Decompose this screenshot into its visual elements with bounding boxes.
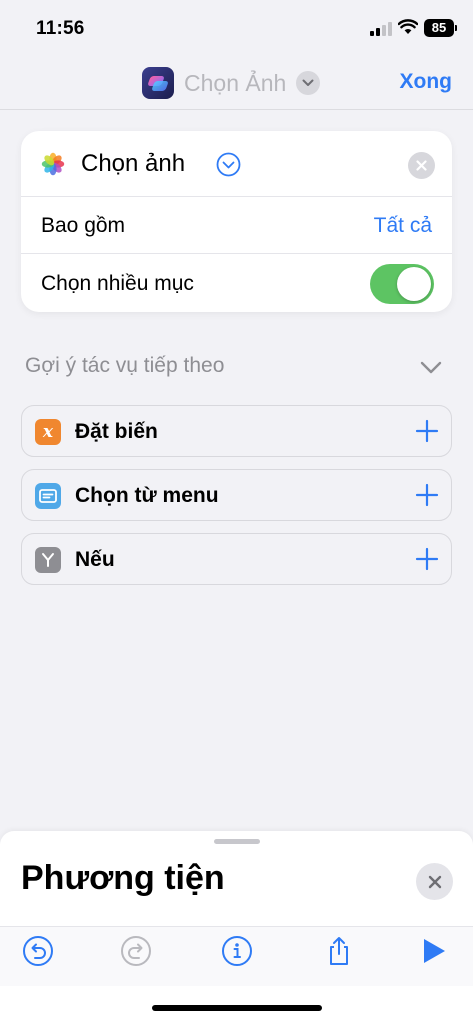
menu-icon [35,483,61,509]
action-header: Chọn ảnh [21,131,452,197]
action-title: Chọn ảnh [81,150,186,177]
chevron-down-icon[interactable] [419,356,443,378]
add-icon[interactable] [415,483,439,507]
status-bar: 11:56 85 [0,0,473,56]
toggle-knob [397,267,431,301]
cellular-signal-icon [370,22,392,36]
undo-icon[interactable] [22,935,54,967]
nav-bar: Chọn Ảnh Xong [0,56,473,110]
sheet-grabber[interactable] [214,839,260,844]
include-value[interactable]: Tất cả [374,214,432,238]
sheet-title: Phương tiện [21,859,225,897]
suggestion-set-variable[interactable]: x Đặt biến [21,405,452,457]
done-button[interactable]: Xong [400,70,453,94]
variable-icon: x [35,419,61,445]
info-icon[interactable] [221,935,253,967]
if-icon [35,547,61,573]
shortcut-title: Chọn Ảnh [184,69,287,96]
close-sheet-button[interactable] [416,863,453,900]
include-label: Bao gồm [41,214,126,237]
shortcut-title-menu[interactable]: Chọn Ảnh [142,67,321,99]
select-multiple-toggle[interactable] [370,264,434,304]
add-icon[interactable] [415,419,439,443]
editor-toolbar [0,926,473,986]
suggestions-header[interactable]: Gợi ý tác vụ tiếp theo [25,354,224,378]
wifi-icon [398,19,418,34]
select-multiple-label: Chọn nhiều mục [41,272,194,295]
suggestion-choose-from-menu[interactable]: Chọn từ menu [21,469,452,521]
expand-chevron-icon[interactable] [216,152,241,177]
photos-icon [41,152,65,176]
suggestion-label: Đặt biến [75,420,158,443]
shortcuts-app-icon [142,67,174,99]
include-row[interactable]: Bao gồm Tất cả [21,197,452,254]
remove-action-button[interactable] [408,152,435,179]
chevron-down-icon[interactable] [296,71,321,95]
close-icon [428,875,441,888]
share-icon[interactable] [323,935,355,967]
redo-icon[interactable] [120,935,152,967]
run-icon[interactable] [418,935,450,967]
add-icon[interactable] [415,547,439,571]
select-multiple-row: Chọn nhiều mục [21,255,452,312]
select-photos-action-card: Chọn ảnh Bao gồm Tất cả Chọn nhiều mục [21,131,452,312]
close-icon [416,160,427,171]
suggestion-if[interactable]: Nếu [21,533,452,585]
home-indicator [152,1005,322,1011]
suggestion-label: Chọn từ menu [75,484,219,507]
suggestion-label: Nếu [75,548,115,571]
status-time: 11:56 [36,18,85,39]
battery-indicator: 85 [424,19,457,37]
